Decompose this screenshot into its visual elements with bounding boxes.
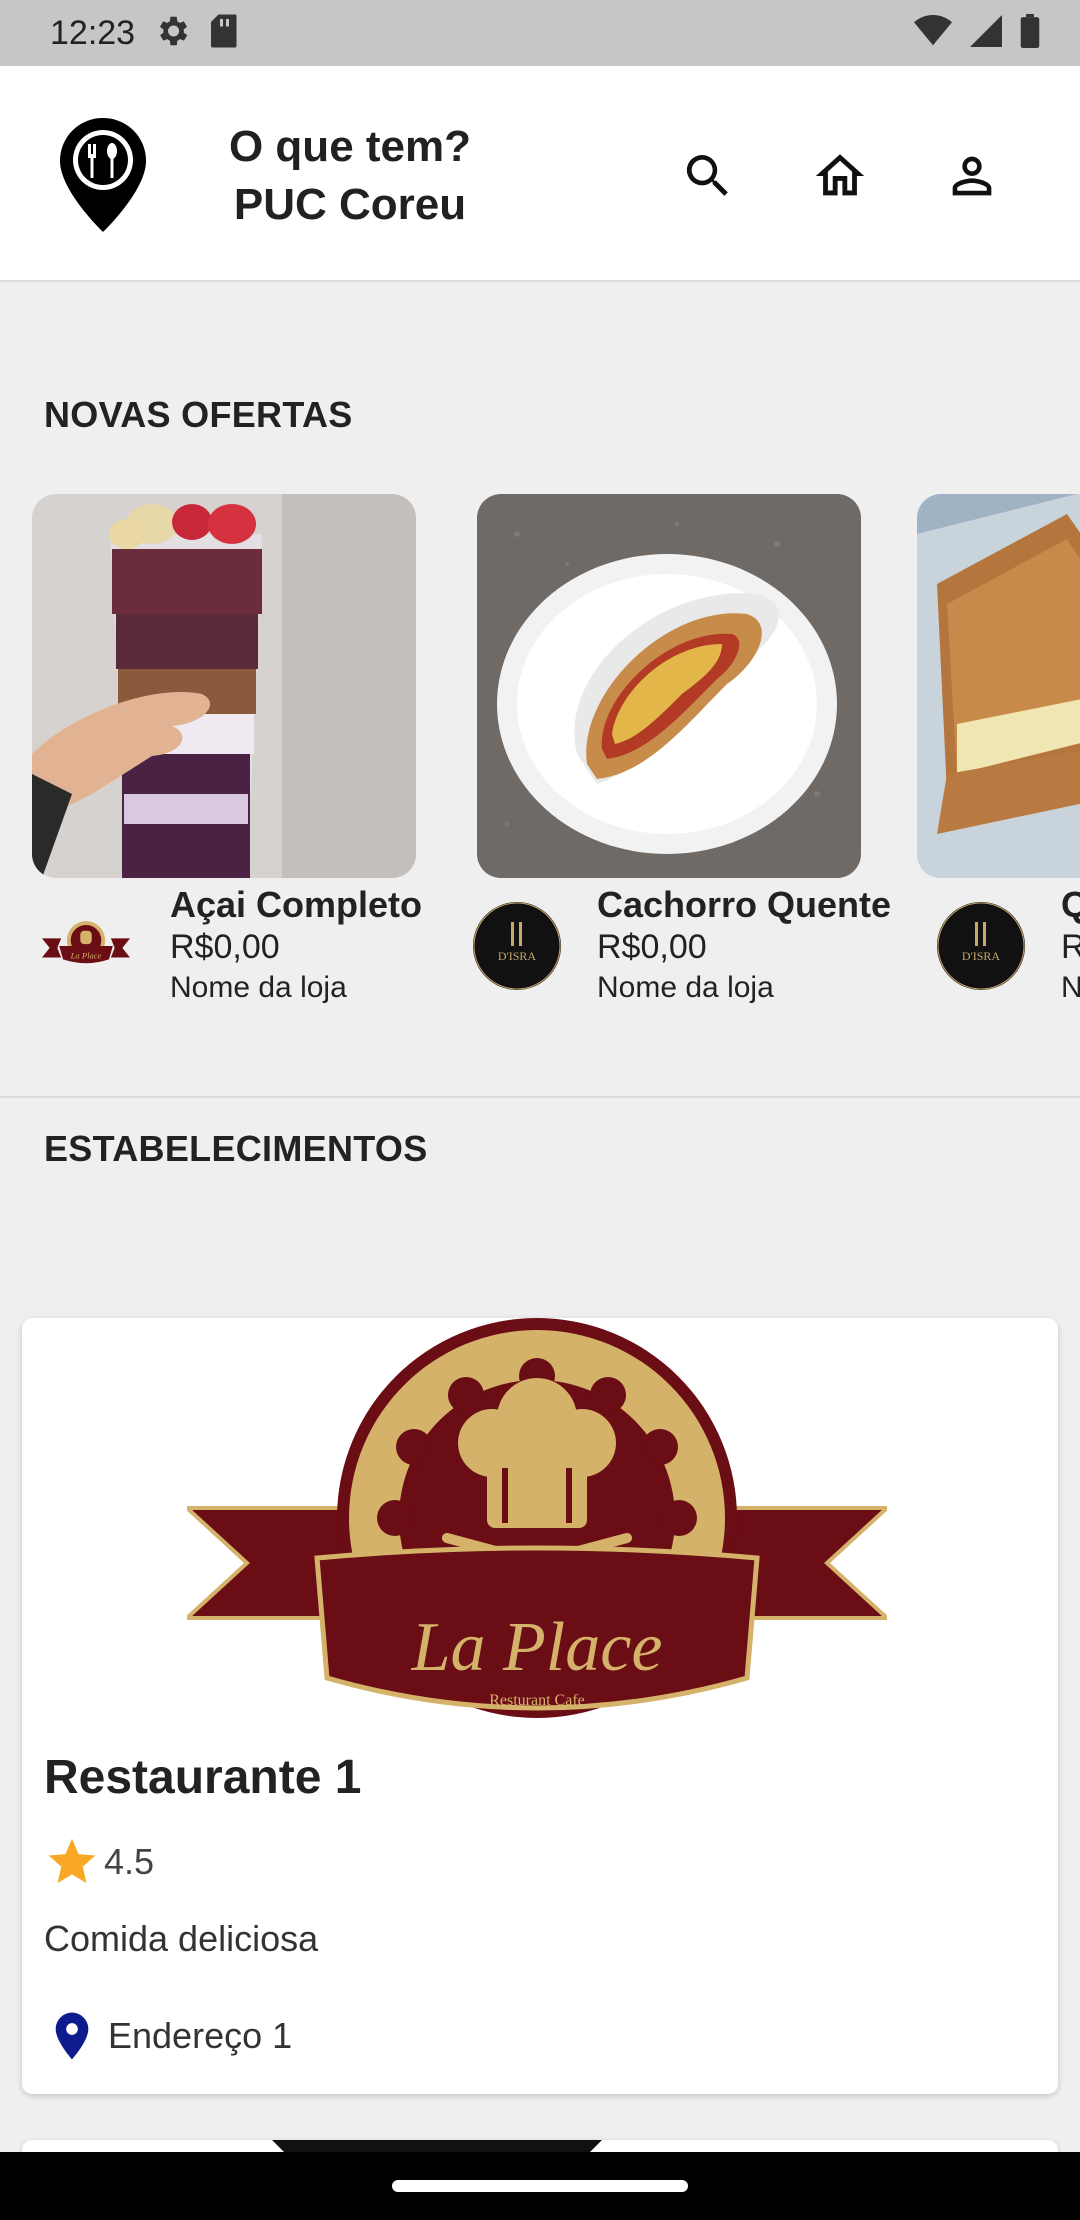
establishment-card[interactable]: La Place Resturant Cafe Restaurante 1 4.… bbox=[22, 1318, 1058, 2094]
offers-section-title: NOVAS OFERTAS bbox=[44, 394, 353, 435]
offer-card-2[interactable]: D'ISRA Cachorro Quente R$0,00 Nome da lo… bbox=[473, 494, 891, 1004]
store-logo-laplace-icon: La Place bbox=[42, 902, 130, 990]
offer-card-3[interactable]: D'ISRA Q R N bbox=[917, 494, 1080, 1014]
system-navigation-bar bbox=[0, 2152, 1080, 2220]
offer-store: Nome da loja bbox=[170, 971, 347, 1004]
wifi-icon bbox=[914, 14, 952, 52]
section-divider bbox=[0, 1096, 1080, 1098]
rating-value: 4.5 bbox=[104, 1841, 155, 1882]
address-text: Endereço 1 bbox=[108, 2015, 293, 2056]
offer-price: R$0,00 bbox=[170, 928, 280, 966]
signal-icon bbox=[970, 14, 1002, 52]
offer-price: R$0,00 bbox=[597, 928, 707, 966]
home-icon bbox=[815, 154, 865, 196]
establishment-name: Restaurante 1 bbox=[44, 1751, 362, 1804]
person-icon bbox=[952, 156, 992, 196]
store-logo-disra-icon: D'ISRA bbox=[473, 902, 561, 990]
svg-text:D'ISRA: D'ISRA bbox=[498, 949, 537, 963]
offer-store: Nome da loja bbox=[597, 971, 774, 1004]
account-button[interactable] bbox=[940, 144, 1004, 208]
offer-image-sandwich bbox=[917, 494, 1080, 878]
battery-icon bbox=[1020, 13, 1040, 53]
offer-name: Q bbox=[1061, 884, 1080, 925]
establishment-description: Comida deliciosa bbox=[44, 1918, 319, 1959]
offer-image-hotdog bbox=[477, 494, 861, 878]
status-time: 12:23 bbox=[50, 13, 136, 52]
settings-icon bbox=[153, 12, 191, 55]
search-icon bbox=[686, 155, 728, 196]
offer-image-acai bbox=[32, 494, 416, 878]
svg-text:Resturant Cafe: Resturant Cafe bbox=[489, 1692, 585, 1709]
offer-price: R bbox=[1061, 928, 1080, 966]
sd-card-icon bbox=[207, 13, 239, 54]
star-icon bbox=[48, 1838, 96, 1883]
app-logo-pin-icon bbox=[58, 116, 148, 234]
establishment-address: Endereço 1 bbox=[44, 2008, 292, 2064]
svg-text:La Place: La Place bbox=[411, 1609, 663, 1686]
store-logo-disra-icon: D'ISRA bbox=[937, 902, 1025, 990]
app-bar: O que tem? PUC Coreu bbox=[0, 66, 1080, 282]
establishment-rating: 4.5 bbox=[44, 1834, 154, 1890]
status-bar: 12:23 bbox=[0, 0, 1080, 66]
home-button[interactable] bbox=[808, 144, 872, 208]
offer-store: N bbox=[1061, 971, 1080, 1004]
app-title: O que tem? PUC Coreu bbox=[228, 122, 472, 229]
establishments-section-title: ESTABELECIMENTOS bbox=[44, 1128, 428, 1169]
search-button[interactable] bbox=[676, 144, 740, 208]
location-pin-icon bbox=[55, 2012, 89, 2060]
offer-card-1[interactable]: La Place Açai Completo R$0,00 Nome da lo… bbox=[32, 494, 422, 1004]
svg-text:D'ISRA: D'ISRA bbox=[962, 949, 1001, 963]
offer-name: Cachorro Quente bbox=[597, 884, 892, 925]
home-gesture-handle[interactable] bbox=[392, 2180, 688, 2192]
svg-text:La Place: La Place bbox=[70, 950, 102, 960]
offer-name: Açai Completo bbox=[170, 884, 423, 925]
establishment-logo-laplace: La Place Resturant Cafe bbox=[181, 1318, 893, 1728]
